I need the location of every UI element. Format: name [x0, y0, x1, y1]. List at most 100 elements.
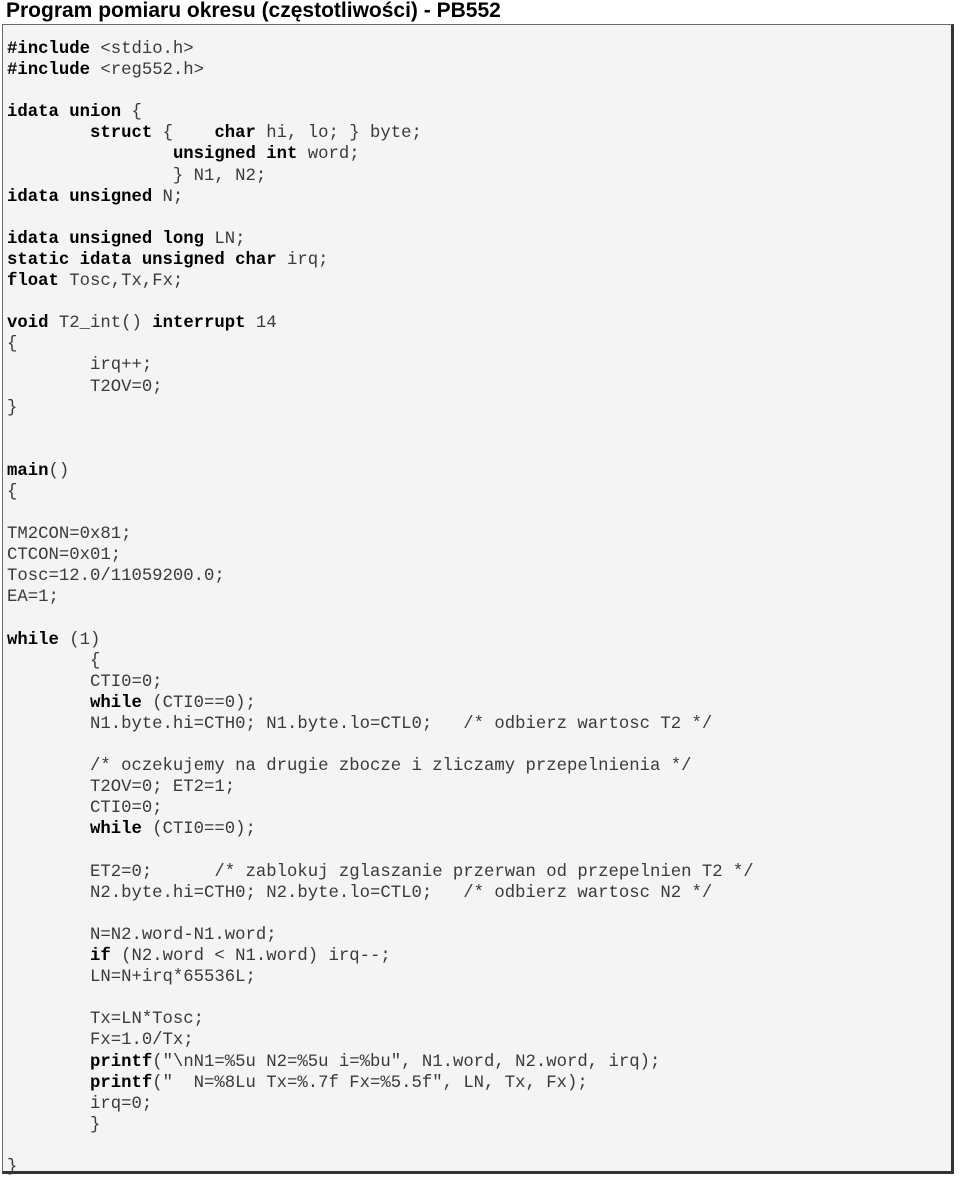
code-keyword: void — [7, 314, 49, 334]
code-keyword: interrupt — [152, 314, 246, 334]
code-line: printf("\nN1=%5u N2=%5u i=%bu", N1.word,… — [7, 1052, 754, 1073]
code-line: idata union { — [7, 102, 754, 123]
code-text: word; — [297, 145, 360, 165]
code-line: } N1, N2; — [7, 166, 754, 187]
code-listing: #include <stdio.h> #include <reg552.h> id… — [7, 39, 754, 1178]
code-line: EA=1; — [7, 587, 754, 608]
code-text: } — [7, 1157, 18, 1177]
code-line: irq=0; — [7, 1094, 754, 1115]
code-line: main() — [7, 461, 754, 482]
code-keyword: printf — [89, 1052, 153, 1072]
code-line: idata unsigned long LN; — [7, 229, 754, 250]
code-line: while (CTI0==0); — [7, 819, 754, 840]
code-text: Tx=LN*Tosc; — [7, 1010, 205, 1030]
code-text: } — [7, 398, 18, 418]
code-line: #include <reg552.h> — [7, 60, 754, 81]
code-keyword: idata unsigned long — [7, 229, 205, 249]
code-keyword: #include — [7, 40, 90, 59]
code-text: irq; — [276, 250, 329, 270]
code-text: () — [48, 461, 70, 481]
code-text: (CTI0==0); — [141, 693, 256, 713]
code-text: { — [7, 651, 101, 671]
code-listing-box: #include <stdio.h> #include <reg552.h> id… — [2, 24, 954, 1177]
code-text: TM2CON=0x81; — [7, 525, 132, 545]
code-text: LN=N+irq*65536L; — [7, 968, 256, 988]
code-line: float Tosc,Tx,Fx; — [7, 271, 754, 292]
code-text: /* oczekujemy na drugie zbocze i zliczam… — [7, 757, 692, 777]
code-line: while (CTI0==0); — [7, 693, 754, 714]
code-text: T2OV=0; ET2=1; — [7, 778, 236, 798]
code-text: } — [7, 1115, 101, 1135]
code-line: CTI0=0; — [7, 672, 754, 693]
code-line: struct { char hi, lo; } byte; — [7, 123, 754, 144]
code-keyword: idata union — [7, 103, 122, 123]
code-line: printf(" N=%8Lu Tx=%.7f Fx=%5.5f", LN, T… — [7, 1073, 754, 1094]
code-text: N=N2.word-N1.word; — [7, 925, 277, 945]
code-text: irq++; — [7, 356, 153, 376]
code-text: (1) — [58, 630, 101, 650]
code-text: LN; — [204, 229, 246, 249]
code-line: } — [7, 398, 754, 419]
code-line: N2.byte.hi=CTH0; N2.byte.lo=CTL0; /* odb… — [7, 883, 754, 904]
code-line: #include <stdio.h> — [7, 39, 754, 60]
code-line: CTI0=0; — [7, 798, 754, 819]
code-line: /* oczekujemy na drugie zbocze i zliczam… — [7, 756, 754, 777]
code-keyword: idata unsigned — [7, 187, 153, 207]
code-text: (" N=%8Lu Tx=%.7f Fx=%5.5f", LN, Tx, Fx)… — [152, 1073, 588, 1093]
code-text: } N1, N2; — [7, 166, 267, 186]
code-keyword: static idata unsigned char — [7, 250, 277, 270]
code-text: <stdio.h> — [89, 40, 194, 59]
code-text: hi, lo; } byte; — [255, 124, 422, 144]
code-line: Tosc=12.0/11059200.0; — [7, 566, 754, 587]
code-keyword: if — [89, 947, 111, 967]
code-text: (N2.word < N1.word) irq--; — [110, 947, 391, 967]
code-keyword: float — [7, 272, 59, 292]
code-text: N1.byte.hi=CTH0; N1.byte.lo=CTL0; /* odb… — [7, 715, 713, 734]
code-keyword: char — [214, 124, 256, 144]
code-text: CTI0=0; — [7, 672, 163, 692]
code-text: CTCON=0x01; — [7, 546, 122, 566]
document-title: Program pomiaru okresu (częstotliwości) … — [6, 0, 501, 22]
code-line: { — [7, 482, 754, 503]
code-text: <reg552.h> — [89, 61, 205, 81]
code-text: N2.byte.hi=CTH0; N2.byte.lo=CTL0; /* odb… — [7, 883, 713, 903]
code-text: T2OV=0; — [7, 377, 163, 397]
code-text: EA=1; — [7, 588, 59, 608]
code-keyword: printf — [89, 1073, 153, 1093]
code-line: if (N2.word < N1.word) irq--; — [7, 946, 754, 967]
code-text: T2_int() — [48, 314, 153, 334]
code-line: irq++; — [7, 355, 754, 376]
code-keyword: main — [7, 461, 49, 481]
code-text: ET2=0; /* zablokuj zglaszanie przerwan o… — [7, 862, 754, 882]
code-text: irq=0; — [7, 1094, 153, 1114]
code-text: { — [7, 335, 18, 355]
code-line: T2OV=0; — [7, 377, 754, 398]
code-line: ET2=0; /* zablokuj zglaszanie przerwan o… — [7, 862, 754, 883]
code-line: CTCON=0x01; — [7, 545, 754, 566]
code-line: while (1) — [7, 630, 754, 651]
code-keyword: struct — [89, 124, 153, 144]
code-text: Fx=1.0/Tx; — [7, 1031, 194, 1051]
code-text: Tosc=12.0/11059200.0; — [7, 567, 225, 587]
code-line: Tx=LN*Tosc; — [7, 1009, 754, 1030]
code-line: { — [7, 334, 754, 355]
code-keyword: while — [7, 630, 59, 650]
code-line: idata unsigned N; — [7, 187, 754, 208]
code-line: static idata unsigned char irq; — [7, 250, 754, 271]
code-text: { — [121, 103, 142, 123]
code-line: LN=N+irq*65536L; — [7, 967, 754, 988]
